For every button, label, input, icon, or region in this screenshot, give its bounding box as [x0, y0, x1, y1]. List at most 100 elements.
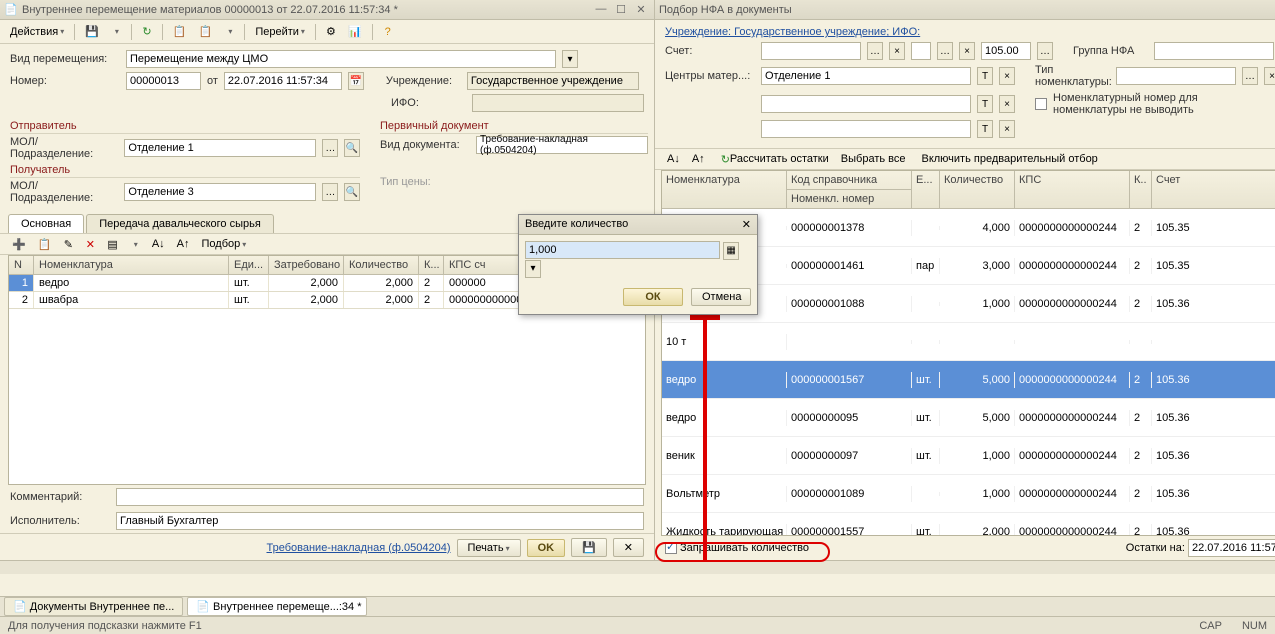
- rcol-nomnum[interactable]: Номенкл. номер: [787, 190, 912, 209]
- close-form-button[interactable]: ✕: [613, 538, 644, 557]
- acct2-clear-icon[interactable]: ×: [959, 42, 975, 60]
- refresh-icon[interactable]: ↻: [138, 23, 156, 41]
- print-button[interactable]: Печать: [457, 539, 521, 557]
- rcol-unit[interactable]: Е...: [912, 171, 940, 209]
- receiver-field[interactable]: Отделение 3: [124, 183, 316, 201]
- comment-field[interactable]: [116, 488, 644, 506]
- executor-field[interactable]: Главный Бухгалтер: [116, 512, 644, 530]
- extra2-clear-icon[interactable]: ×: [999, 120, 1015, 138]
- print-form-link[interactable]: Требование-накладная (ф.0504204): [267, 542, 451, 554]
- sort-desc-icon[interactable]: A↑: [688, 150, 709, 168]
- calendar-icon[interactable]: 📅: [348, 72, 364, 90]
- acct-field-2[interactable]: [911, 42, 931, 60]
- nomtype-ellipsis-icon[interactable]: …: [1242, 67, 1258, 85]
- list-item[interactable]: веник00000000097шт.1,0000000000000000244…: [662, 437, 1275, 475]
- centers-field[interactable]: Отделение 1: [761, 67, 971, 85]
- sort-asc-icon[interactable]: A↓: [663, 150, 684, 168]
- balance-field[interactable]: 22.07.2016 11:57:34; Вн: [1188, 539, 1275, 557]
- tab-main[interactable]: Основная: [8, 214, 84, 233]
- quantity-input[interactable]: [525, 241, 720, 259]
- goto-menu[interactable]: Перейти: [251, 23, 309, 41]
- extra1-clear-icon[interactable]: ×: [999, 95, 1015, 113]
- post-dropdown[interactable]: [220, 23, 238, 41]
- list-item[interactable]: Жидкость тарирующая000000001557шт.2,0000…: [662, 513, 1275, 535]
- delete-row-icon[interactable]: ✕: [81, 235, 99, 253]
- org-link[interactable]: Учреждение: Государственное учреждение; …: [665, 26, 920, 38]
- rcol-k[interactable]: К..: [1130, 171, 1152, 209]
- col-nomen[interactable]: Номенклатура: [34, 256, 229, 274]
- number-field[interactable]: 00000013: [126, 72, 201, 90]
- ok-button[interactable]: OK: [527, 539, 566, 557]
- rcol-kps[interactable]: КПС: [1015, 171, 1130, 209]
- qty-dropdown-icon[interactable]: ▾: [525, 260, 541, 278]
- grid-menu-icon[interactable]: [126, 235, 144, 253]
- acct-val-ellipsis-icon[interactable]: …: [1037, 42, 1053, 60]
- unpost-icon[interactable]: 📋: [195, 23, 217, 41]
- col-k[interactable]: К...: [419, 256, 444, 274]
- pick-button[interactable]: Подбор: [198, 235, 251, 253]
- ask-qty-checkbox[interactable]: [665, 542, 677, 554]
- centers-t-icon[interactable]: T: [977, 67, 993, 85]
- move-type-field[interactable]: Перемещение между ЦМО: [126, 50, 556, 68]
- extra2-t-icon[interactable]: T: [977, 120, 993, 138]
- sender-search-icon[interactable]: 🔍: [344, 139, 360, 157]
- centers-clear-icon[interactable]: ×: [999, 67, 1015, 85]
- receiver-search-icon[interactable]: 🔍: [344, 183, 360, 201]
- copy-row-icon[interactable]: 📋: [34, 235, 56, 253]
- list-item[interactable]: ведро00000000095шт.5,0000000000000000244…: [662, 399, 1275, 437]
- extra-field-1[interactable]: [761, 95, 971, 113]
- actions-menu[interactable]: Действия: [6, 23, 68, 41]
- save-icon[interactable]: 💾: [81, 23, 103, 41]
- list-item[interactable]: Вольтметр0000000010891,00000000000000002…: [662, 475, 1275, 513]
- task-item[interactable]: 📄 Внутреннее перемеще...:34 *: [187, 597, 367, 616]
- recalc-button[interactable]: ↻ Рассчитать остатки: [717, 150, 833, 168]
- select-all-button[interactable]: Выбрать все: [837, 150, 910, 168]
- sort-desc-icon[interactable]: A↑: [173, 235, 194, 253]
- rcol-nomen[interactable]: Номенклатура: [662, 171, 787, 209]
- help-icon[interactable]: ?: [379, 23, 397, 41]
- col-req[interactable]: Затребовано: [269, 256, 344, 274]
- dialog-cancel-button[interactable]: Отмена: [691, 288, 751, 306]
- tool-icon-2[interactable]: 📊: [344, 23, 366, 41]
- sort-asc-icon[interactable]: A↓: [148, 235, 169, 253]
- extra1-t-icon[interactable]: T: [977, 95, 993, 113]
- post-icon[interactable]: 📋: [169, 23, 191, 41]
- group-field[interactable]: [1154, 42, 1274, 60]
- sender-ellipsis-icon[interactable]: …: [322, 139, 338, 157]
- save-button[interactable]: 💾: [571, 538, 607, 557]
- move-type-dropdown-icon[interactable]: ▾: [562, 50, 578, 68]
- save-dropdown[interactable]: [107, 23, 125, 41]
- tool-icon-1[interactable]: ⚙: [322, 23, 340, 41]
- minimize-button[interactable]: —: [592, 3, 610, 17]
- dialog-close-icon[interactable]: ✕: [742, 218, 751, 231]
- acct-value-field[interactable]: 105.00: [981, 42, 1031, 60]
- acct1-ellipsis-icon[interactable]: …: [867, 42, 883, 60]
- add-row-icon[interactable]: ➕: [8, 235, 30, 253]
- acct1-clear-icon[interactable]: ×: [889, 42, 905, 60]
- maximize-button[interactable]: ☐: [612, 3, 630, 17]
- move-up-icon[interactable]: ▤: [103, 235, 121, 253]
- col-n[interactable]: N: [9, 256, 34, 274]
- dialog-ok-button[interactable]: ОК: [623, 288, 683, 306]
- edit-row-icon[interactable]: ✎: [59, 235, 77, 253]
- tab-toll[interactable]: Передача давальческого сырья: [86, 214, 274, 233]
- close-button[interactable]: ✕: [632, 3, 650, 17]
- rcol-code[interactable]: Код справочника: [787, 171, 912, 190]
- receiver-ellipsis-icon[interactable]: …: [322, 183, 338, 201]
- nomnum-checkbox[interactable]: [1035, 98, 1047, 110]
- doctype-field[interactable]: Требование-накладная (ф.0504204): [476, 136, 648, 154]
- date-field[interactable]: 22.07.2016 11:57:34: [224, 72, 342, 90]
- nomtype-clear-icon[interactable]: ×: [1264, 67, 1275, 85]
- col-qty[interactable]: Количество: [344, 256, 419, 274]
- qty-calc-icon[interactable]: ▦: [723, 242, 739, 260]
- rcol-acct[interactable]: Счет: [1152, 171, 1275, 209]
- rcol-qty[interactable]: Количество: [940, 171, 1015, 209]
- acct-field-1[interactable]: [761, 42, 861, 60]
- sender-field[interactable]: Отделение 1: [124, 139, 316, 157]
- col-unit[interactable]: Еди...: [229, 256, 269, 274]
- list-item[interactable]: 10 т: [662, 323, 1275, 361]
- extra-field-2[interactable]: [761, 120, 971, 138]
- prefilter-button[interactable]: Включить предварительный отбор: [917, 150, 1101, 168]
- acct2-ellipsis-icon[interactable]: …: [937, 42, 953, 60]
- list-item[interactable]: ведро000000001567шт.5,000000000000000024…: [662, 361, 1275, 399]
